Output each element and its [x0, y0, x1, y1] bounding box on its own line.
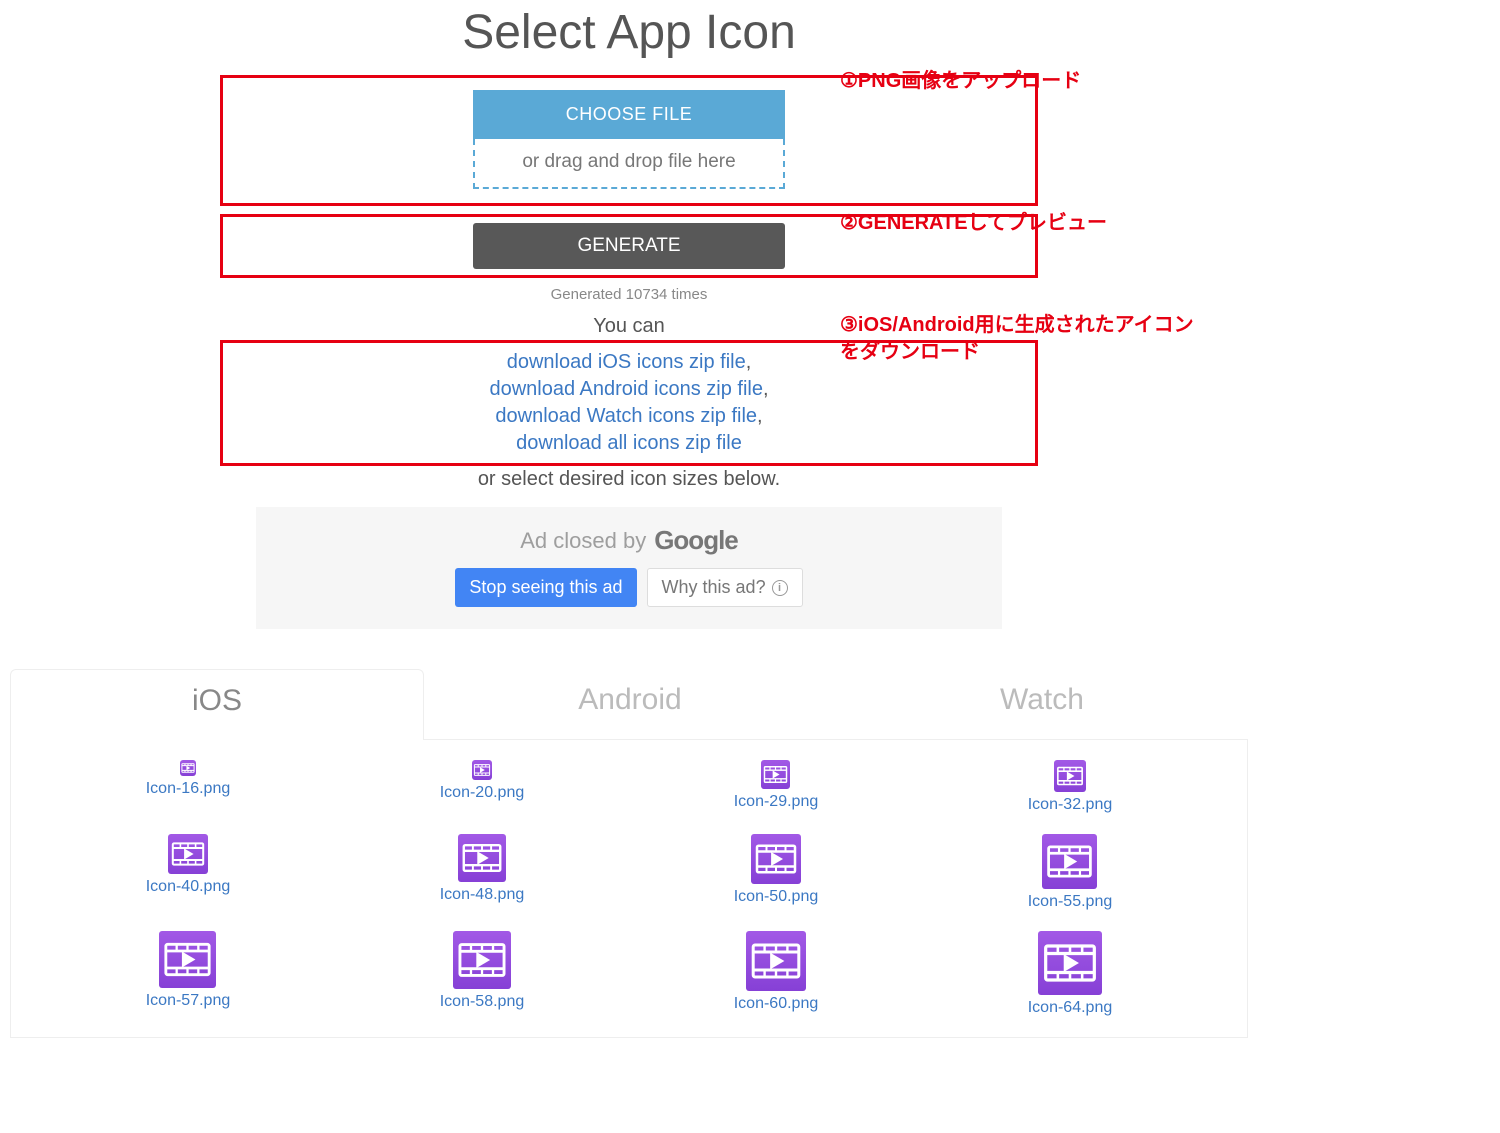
icon-cell: Icon-57.png — [146, 931, 231, 1017]
icon-cell: Icon-50.png — [734, 834, 819, 911]
tab-ios[interactable]: iOS — [10, 669, 424, 740]
choose-file-button[interactable]: CHOOSE FILE — [473, 90, 785, 139]
you-can-label: You can — [219, 307, 1039, 338]
video-icon[interactable] — [180, 760, 196, 776]
icon-cell: Icon-32.png — [1028, 760, 1113, 814]
download-all-link[interactable]: download all icons zip file — [516, 432, 742, 454]
icon-download-link[interactable]: Icon-32.png — [1028, 796, 1113, 814]
ad-closed-text: Ad closed by — [520, 528, 646, 554]
platform-tabs: iOS Android Watch Icon-16.png Icon-20.pn… — [10, 669, 1248, 1038]
icon-cell: Icon-20.png — [440, 760, 525, 814]
icon-download-link[interactable]: Icon-16.png — [146, 780, 231, 798]
ad-closed-panel: Ad closed by Google Stop seeing this ad … — [256, 507, 1002, 629]
drop-area[interactable]: or drag and drop file here — [473, 139, 785, 189]
icon-cell: Icon-16.png — [146, 760, 231, 814]
upload-box: CHOOSE FILE or drag and drop file here — [220, 75, 1038, 206]
tab-watch[interactable]: Watch — [836, 669, 1248, 740]
icon-cell: Icon-60.png — [734, 931, 819, 1017]
video-icon[interactable] — [746, 931, 806, 991]
video-icon[interactable] — [472, 760, 492, 780]
video-icon[interactable] — [168, 834, 208, 874]
video-icon[interactable] — [1054, 760, 1086, 792]
separator: , — [763, 378, 769, 400]
icon-cell: Icon-29.png — [734, 760, 819, 814]
icon-download-link[interactable]: Icon-48.png — [440, 886, 525, 904]
video-icon[interactable] — [1042, 834, 1097, 889]
icon-download-link[interactable]: Icon-29.png — [734, 793, 819, 811]
generate-box: GENERATE — [220, 214, 1038, 278]
icon-download-link[interactable]: Icon-50.png — [734, 888, 819, 906]
icon-cell: Icon-55.png — [1028, 834, 1113, 911]
page-title: Select App Icon — [0, 0, 1258, 75]
icon-cell: Icon-58.png — [440, 931, 525, 1017]
video-icon[interactable] — [458, 834, 506, 882]
stop-seeing-ad-button[interactable]: Stop seeing this ad — [455, 568, 636, 607]
download-android-link[interactable]: download Android icons zip file — [489, 378, 763, 400]
tab-android[interactable]: Android — [424, 669, 836, 740]
icon-download-link[interactable]: Icon-55.png — [1028, 893, 1113, 911]
icon-download-link[interactable]: Icon-40.png — [146, 878, 231, 896]
video-icon[interactable] — [761, 760, 790, 789]
google-logo: Google — [654, 525, 738, 556]
icon-download-link[interactable]: Icon-20.png — [440, 784, 525, 802]
why-ad-label: Why this ad? — [662, 577, 766, 598]
info-icon: i — [772, 580, 788, 596]
why-this-ad-button[interactable]: Why this ad? i — [647, 568, 803, 607]
tab-content-ios: Icon-16.png Icon-20.png Icon-29.png Icon… — [10, 740, 1248, 1038]
generate-button[interactable]: GENERATE — [473, 223, 785, 269]
below-note: or select desired icon sizes below. — [219, 466, 1039, 501]
icon-download-link[interactable]: Icon-57.png — [146, 992, 231, 1010]
icon-cell: Icon-48.png — [440, 834, 525, 911]
icon-download-link[interactable]: Icon-60.png — [734, 995, 819, 1013]
icon-cell: Icon-40.png — [146, 834, 231, 911]
video-icon[interactable] — [453, 931, 511, 989]
download-box: download iOS icons zip file, download An… — [220, 340, 1038, 466]
separator: , — [757, 405, 763, 427]
video-icon[interactable] — [1038, 931, 1102, 995]
separator: , — [746, 351, 752, 373]
icon-cell: Icon-64.png — [1028, 931, 1113, 1017]
generated-times: Generated 10734 times — [219, 278, 1039, 307]
video-icon[interactable] — [751, 834, 801, 884]
icon-download-link[interactable]: Icon-64.png — [1028, 999, 1113, 1017]
video-icon[interactable] — [159, 931, 216, 988]
icon-download-link[interactable]: Icon-58.png — [440, 993, 525, 1011]
download-ios-link[interactable]: download iOS icons zip file — [507, 351, 746, 373]
download-watch-link[interactable]: download Watch icons zip file — [495, 405, 757, 427]
